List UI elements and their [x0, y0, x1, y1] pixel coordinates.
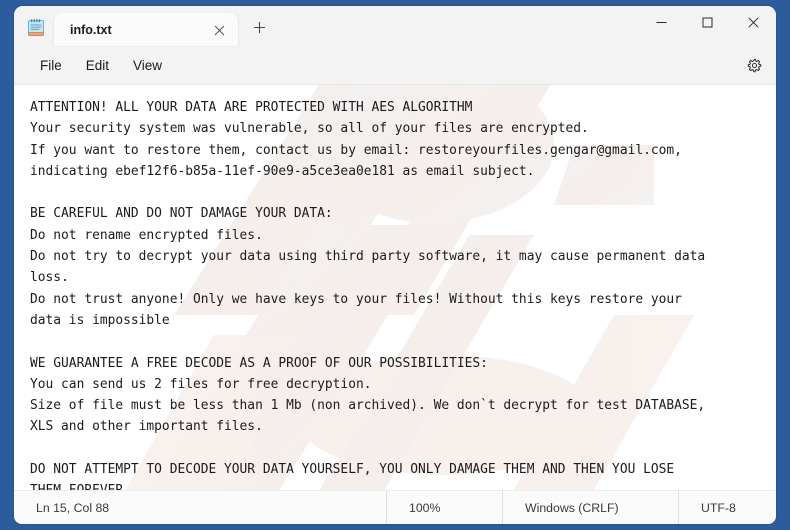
menu-file[interactable]: File [28, 53, 74, 78]
minimize-icon [656, 17, 667, 28]
menu-bar: File Edit View [14, 47, 776, 84]
maximize-icon [702, 17, 713, 28]
plus-icon [253, 19, 266, 39]
close-icon[interactable] [206, 17, 232, 43]
tab-info-txt[interactable]: info.txt [54, 13, 238, 47]
line-ending-status[interactable]: Windows (CRLF) [502, 491, 678, 524]
new-tab-button[interactable] [244, 14, 274, 44]
notepad-window: info.txt File Edit View ATTENTION! ALL Y… [14, 6, 776, 524]
status-bar: Ln 15, Col 88 100% Windows (CRLF) UTF-8 [14, 490, 776, 524]
close-button[interactable] [730, 6, 776, 39]
title-bar: info.txt [14, 6, 776, 47]
menu-view[interactable]: View [121, 53, 174, 78]
note-body: ATTENTION! ALL YOUR DATA ARE PROTECTED W… [30, 100, 706, 490]
zoom-level-status[interactable]: 100% [386, 491, 502, 524]
text-editor-area[interactable]: ATTENTION! ALL YOUR DATA ARE PROTECTED W… [14, 84, 776, 490]
gear-icon[interactable] [738, 52, 770, 80]
menu-edit[interactable]: Edit [74, 53, 121, 78]
ransom-note-text[interactable]: ATTENTION! ALL YOUR DATA ARE PROTECTED W… [14, 85, 776, 490]
cursor-position-status[interactable]: Ln 15, Col 88 [14, 491, 386, 524]
close-icon [747, 17, 759, 28]
minimize-button[interactable] [638, 6, 684, 39]
maximize-button[interactable] [684, 6, 730, 39]
notepad-icon [26, 18, 46, 38]
encoding-status[interactable]: UTF-8 [678, 491, 750, 524]
window-controls [638, 6, 776, 39]
tab-label: info.txt [70, 23, 112, 37]
